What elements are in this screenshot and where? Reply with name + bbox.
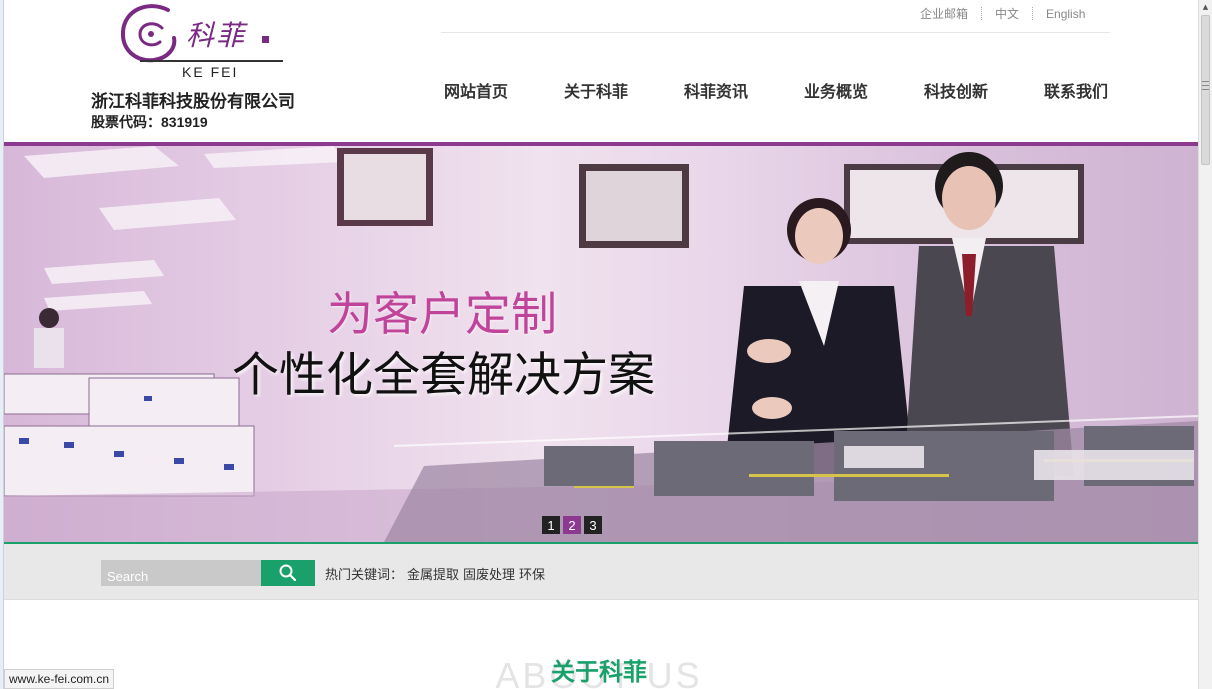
- hero-banner[interactable]: 为客户定制 个性化全套解决方案 1 2 3: [4, 146, 1198, 542]
- pager-dot-1[interactable]: 1: [542, 516, 560, 534]
- pager-dot-3[interactable]: 3: [584, 516, 602, 534]
- nav-item-innovation[interactable]: 科技创新: [924, 78, 1044, 102]
- logo-chinese-text: 科菲: [186, 19, 247, 52]
- scroll-grip-icon: [1202, 81, 1209, 90]
- logo-dot: [262, 36, 269, 43]
- banner-slogan-line1: 为客户定制: [327, 287, 557, 341]
- hot-keyword-environment[interactable]: 环保: [519, 567, 545, 582]
- logo-swirl-icon: [120, 4, 177, 63]
- scroll-up-arrow-icon[interactable]: ▲: [1199, 0, 1212, 14]
- status-url: www.ke-fei.com.cn: [4, 669, 115, 689]
- top-link-english[interactable]: English: [1046, 7, 1085, 21]
- nav-item-home[interactable]: 网站首页: [444, 78, 564, 102]
- scrollbar[interactable]: ▲: [1198, 0, 1212, 689]
- stock-code: 股票代码：831919: [91, 114, 208, 130]
- pager-dot-2[interactable]: 2: [563, 516, 581, 534]
- top-link-email[interactable]: 企业邮箱: [920, 5, 968, 22]
- logo-english-text: KE FEI: [182, 64, 239, 80]
- hot-keywords-label: 热门关键词：: [325, 567, 404, 582]
- nav-item-contact[interactable]: 联系我们: [1044, 78, 1164, 102]
- divider: [1032, 7, 1034, 20]
- search-icon: [279, 564, 297, 582]
- search-button[interactable]: [261, 560, 315, 586]
- logo-divider: [140, 60, 283, 62]
- divider: [981, 7, 983, 20]
- about-title: 关于科菲: [551, 659, 647, 686]
- hot-keywords: 热门关键词： 金属提取 固废处理 环保: [325, 564, 549, 583]
- banner-pager: 1 2 3: [542, 516, 602, 534]
- hot-keyword-solid-waste[interactable]: 固废处理: [463, 567, 515, 582]
- top-link-chinese[interactable]: 中文: [995, 5, 1019, 22]
- banner-slogan-line2: 个性化全套解决方案: [232, 348, 655, 403]
- header-rule: [441, 32, 1110, 33]
- scroll-thumb[interactable]: [1201, 15, 1210, 165]
- nav-item-news[interactable]: 科菲资讯: [684, 78, 804, 102]
- nav-item-business[interactable]: 业务概览: [804, 78, 924, 102]
- company-name: 浙江科菲科技股份有限公司: [91, 92, 295, 111]
- main-nav: 网站首页 关于科菲 科菲资讯 业务概览 科技创新 联系我们: [444, 78, 1164, 102]
- nav-item-about[interactable]: 关于科菲: [564, 78, 684, 102]
- top-links: 企业邮箱 中文 English: [920, 5, 1085, 22]
- search-bar-section: 热门关键词：金属提取固废处理环保: [4, 542, 1198, 600]
- search-input[interactable]: [101, 560, 262, 586]
- page: 科菲 KE FEI 浙江科菲科技股份有限公司 股票代码：831919 企业邮箱 …: [0, 0, 1212, 689]
- hot-keyword-metal[interactable]: 金属提取: [407, 567, 459, 582]
